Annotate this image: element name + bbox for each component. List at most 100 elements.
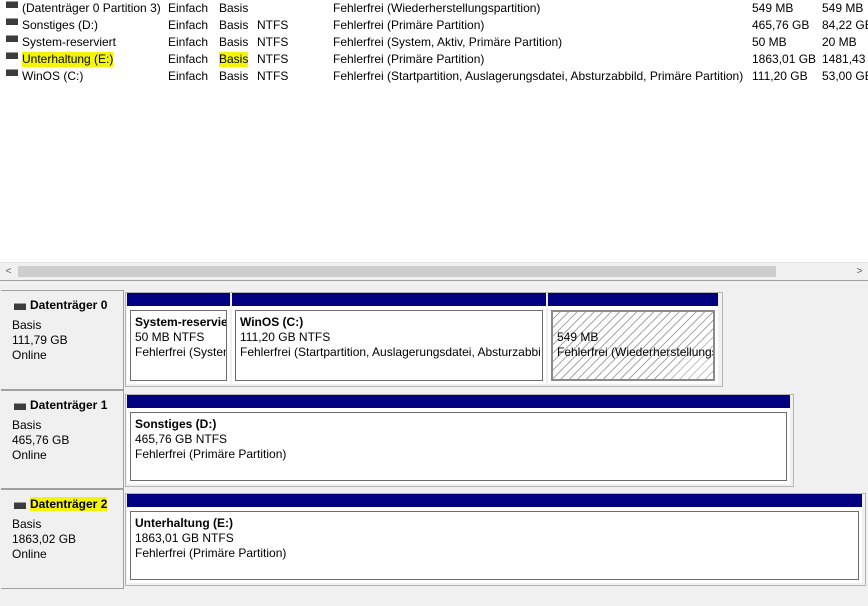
volume-capacity: 50 MB (752, 35, 787, 49)
disk-icon (14, 303, 26, 310)
partition-status: Fehlerfrei (Systen (135, 345, 227, 359)
disk-icon (14, 403, 26, 410)
partition-name: WinOS (C:) (240, 315, 304, 329)
disk-1-label[interactable]: Datenträger 1 Basis 465,76 GB Online (1, 390, 124, 489)
volume-type: Basis (219, 52, 249, 67)
volume-row-unterhaltung[interactable]: Unterhaltung (E:) Einfach Basis NTFS Feh… (0, 51, 868, 68)
volume-filesystem: NTFS (257, 69, 289, 83)
disk-1-partitions: Sonstiges (D:) 465,76 GB NTFS Fehlerfrei… (125, 394, 794, 487)
volume-icon (6, 18, 18, 25)
volume-status: Fehlerfrei (System, Aktiv, Primäre Parti… (333, 35, 563, 49)
volume-layout: Einfach (168, 1, 209, 15)
volume-free: 549 MB (822, 1, 864, 15)
disk-2-label[interactable]: Datenträger 2 Basis 1863,02 GB Online (1, 489, 124, 589)
volume-status: Fehlerfrei (Primäre Partition) (333, 18, 485, 32)
volume-icon (6, 35, 18, 42)
volume-layout: Einfach (168, 35, 209, 49)
volume-filesystem: NTFS (257, 18, 289, 32)
volume-free: 20 MB (822, 35, 857, 49)
partition-unterhaltung[interactable]: Unterhaltung (E:) 1863,01 GB NTFS Fehler… (127, 494, 862, 583)
horizontal-scrollbar[interactable]: < > (0, 262, 868, 280)
partition-status: Fehlerfrei (Primäre Partition) (135, 447, 287, 461)
volume-type: Basis (219, 69, 249, 83)
partition-body[interactable]: 549 MB Fehlerfrei (Wiederherstellungs (551, 310, 715, 381)
volume-icon (6, 52, 18, 59)
volume-type: Basis (219, 18, 249, 32)
disk-title: Datenträger 0 (30, 298, 108, 312)
partition-status: Fehlerfrei (Startpartition, Auslagerungs… (240, 345, 541, 359)
volume-name: Sonstiges (D:) (22, 18, 99, 32)
disk-status: Online (12, 547, 47, 561)
partition-body[interactable]: WinOS (C:) 111,20 GB NTFS Fehlerfrei (St… (235, 310, 543, 381)
volume-capacity: 465,76 GB (752, 18, 810, 32)
volume-capacity: 549 MB (752, 1, 794, 15)
volume-filesystem: NTFS (257, 35, 289, 49)
partition-size: 50 MB NTFS (135, 330, 205, 344)
volume-free: 53,00 GB (822, 69, 868, 83)
disk-type: Basis (12, 517, 42, 531)
volume-type: Basis (219, 1, 249, 15)
partition-body[interactable]: Sonstiges (D:) 465,76 GB NTFS Fehlerfrei… (130, 412, 787, 481)
volume-capacity: 1863,01 GB (752, 52, 817, 66)
volume-capacity: 111,20 GB (752, 69, 808, 83)
scroll-left-icon[interactable]: < (0, 263, 17, 280)
volume-row-winos[interactable]: WinOS (C:) Einfach Basis NTFS Fehlerfrei… (0, 68, 868, 85)
volume-layout: Einfach (168, 69, 209, 83)
volume-layout: Einfach (168, 18, 209, 32)
volume-name: (Datenträger 0 Partition 3) (22, 1, 161, 15)
volume-type: Basis (219, 35, 249, 49)
partition-size: 549 MB (557, 330, 599, 344)
partition-name: System-reservie (135, 315, 227, 329)
partition-status: Fehlerfrei (Wiederherstellungs (557, 345, 715, 359)
disk-status: Online (12, 348, 47, 362)
volume-status: Fehlerfrei (Startpartition, Auslagerungs… (333, 69, 744, 83)
volume-icon (6, 69, 18, 76)
volume-name: Unterhaltung (E:) (22, 52, 114, 67)
volume-row-system-reserved[interactable]: System-reserviert Einfach Basis NTFS Feh… (0, 34, 868, 51)
partition-bar (548, 293, 718, 306)
partition-bar (127, 494, 862, 507)
partition-size: 465,76 GB NTFS (135, 432, 228, 446)
disk-0-partitions: System-reservie 50 MB NTFS Fehlerfrei (S… (125, 292, 723, 387)
partition-sonstiges[interactable]: Sonstiges (D:) 465,76 GB NTFS Fehlerfrei… (127, 395, 790, 484)
volume-free: 1481,43 G (822, 52, 868, 66)
disk-0-label[interactable]: Datenträger 0 Basis 111,79 GB Online (1, 290, 124, 390)
partition-bar (127, 293, 230, 306)
volume-free: 84,22 GB (822, 18, 868, 32)
volume-layout: Einfach (168, 52, 209, 66)
partition-name: Sonstiges (D:) (135, 417, 217, 431)
volume-status: Fehlerfrei (Wiederherstellungspartition) (333, 1, 541, 15)
disk-map: Datenträger 0 Basis 111,79 GB Online Sys… (0, 280, 868, 606)
disk-size: 1863,02 GB (12, 532, 77, 546)
disk-type: Basis (12, 418, 42, 432)
partition-body[interactable]: System-reservie 50 MB NTFS Fehlerfrei (S… (130, 310, 227, 381)
disk-status: Online (12, 448, 47, 462)
partition-status: Fehlerfrei (Primäre Partition) (135, 546, 287, 560)
volume-row-sonstiges[interactable]: Sonstiges (D:) Einfach Basis NTFS Fehler… (0, 17, 868, 34)
disk-title: Datenträger 1 (30, 398, 108, 412)
scroll-right-icon[interactable]: > (851, 263, 868, 280)
partition-body[interactable]: Unterhaltung (E:) 1863,01 GB NTFS Fehler… (130, 511, 859, 580)
partition-system-reserved[interactable]: System-reservie 50 MB NTFS Fehlerfrei (S… (127, 293, 230, 384)
partition-size: 111,20 GB NTFS (240, 330, 331, 344)
volume-name: WinOS (C:) (22, 69, 84, 83)
volume-list: (Datenträger 0 Partition 3) Einfach Basi… (0, 0, 868, 262)
partition-winos[interactable]: WinOS (C:) 111,20 GB NTFS Fehlerfrei (St… (232, 293, 546, 384)
partition-size: 1863,01 GB NTFS (135, 531, 234, 545)
volume-name: System-reserviert (22, 35, 117, 49)
partition-bar (127, 395, 790, 408)
volume-row-recovery[interactable]: (Datenträger 0 Partition 3) Einfach Basi… (0, 0, 868, 17)
disk-2-partitions: Unterhaltung (E:) 1863,01 GB NTFS Fehler… (125, 493, 866, 586)
scrollbar-thumb[interactable] (18, 266, 776, 277)
disk-icon (14, 502, 26, 509)
volume-status: Fehlerfrei (Primäre Partition) (333, 52, 485, 66)
partition-recovery[interactable]: 549 MB Fehlerfrei (Wiederherstellungs (548, 293, 718, 384)
disk-type: Basis (12, 318, 42, 332)
volume-filesystem: NTFS (257, 52, 289, 66)
partition-bar (232, 293, 546, 306)
disk-size: 111,79 GB (12, 333, 68, 347)
disk-size: 465,76 GB (12, 433, 70, 447)
volume-icon (6, 1, 18, 8)
partition-name: Unterhaltung (E:) (135, 516, 233, 530)
disk-title: Datenträger 2 (30, 497, 108, 511)
